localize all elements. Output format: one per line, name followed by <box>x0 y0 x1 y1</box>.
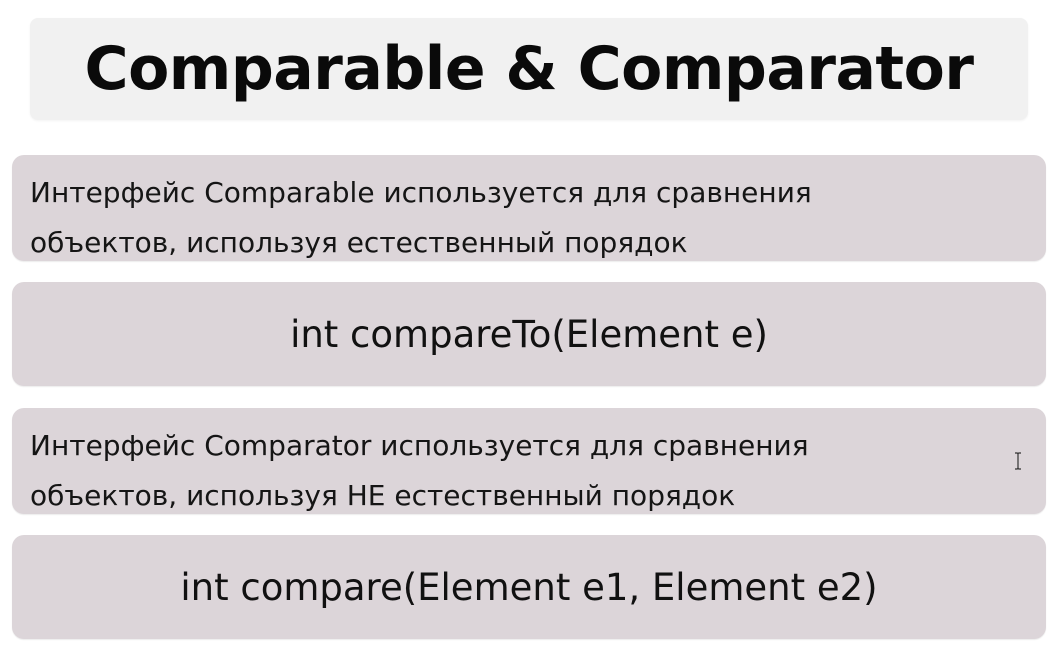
title-box: Comparable & Comparator <box>30 18 1028 120</box>
comparator-description-line-2: объектов, используя НЕ естественный поря… <box>30 479 736 512</box>
comparable-method-panel: int compareTo(Element e) <box>12 282 1046 386</box>
comparable-description-line-1: Интерфейс Comparable используется для ср… <box>30 176 812 209</box>
comparator-method-panel: int compare(Element e1, Element e2) <box>12 535 1046 639</box>
comparable-method-signature: int compareTo(Element e) <box>290 312 768 356</box>
text-cursor-icon <box>1015 452 1021 470</box>
comparator-method-signature: int compare(Element e1, Element e2) <box>180 565 878 609</box>
slide-title: Comparable & Comparator <box>84 34 974 104</box>
comparable-description-line-2: объектов, используя естественный порядок <box>30 226 688 259</box>
comparator-description-line-1: Интерфейс Comparator используется для ср… <box>30 429 809 462</box>
comparator-description-panel: Интерфейс Comparator используется для ср… <box>12 408 1046 514</box>
comparable-description-panel: Интерфейс Comparable используется для ср… <box>12 155 1046 261</box>
